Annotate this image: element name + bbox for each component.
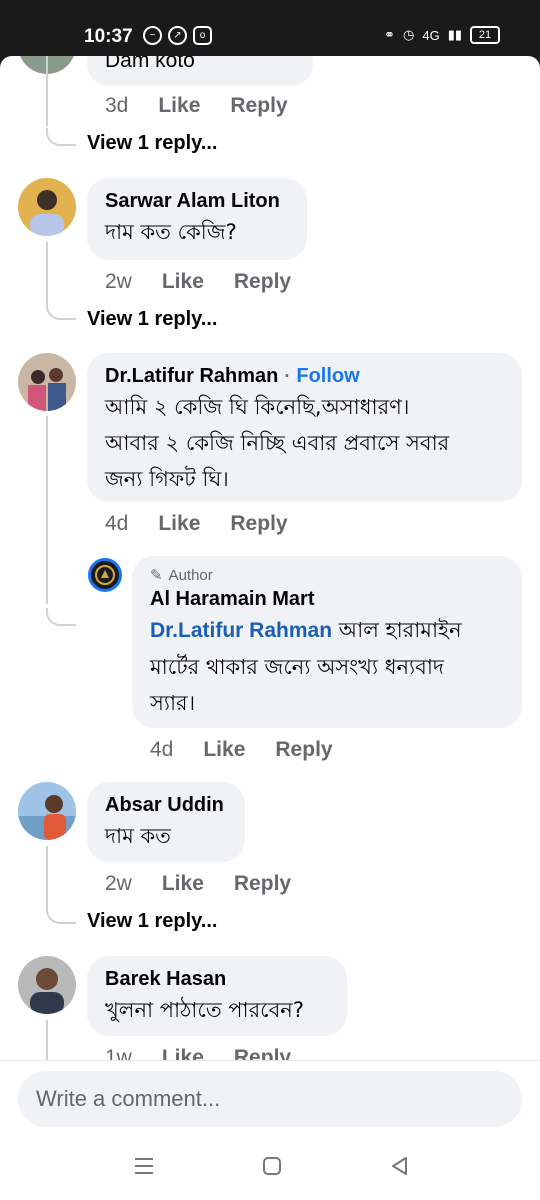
separator-dot: · xyxy=(284,366,291,386)
reply-text-line: স্যার। xyxy=(150,691,196,715)
view-replies-link[interactable]: View 1 reply... xyxy=(87,308,217,331)
comment-composer-bar: Write a comment... xyxy=(0,1060,540,1134)
comment-text-line: জন্য গিফট ঘি। xyxy=(105,467,229,491)
reply-button[interactable]: Reply xyxy=(275,738,332,762)
comment-author[interactable]: Dr.Latifur Rahman xyxy=(105,363,278,389)
thread-connector xyxy=(46,302,76,320)
comment-actions: 1w Like Reply xyxy=(105,1046,291,1060)
network-label: 4G xyxy=(422,27,440,43)
comment-bubble: Dr.Latifur Rahman · Follow আমি ২ কেজি ঘি… xyxy=(87,353,522,502)
page-avatar[interactable] xyxy=(88,558,122,592)
comment-text-line: আবার ২ কেজি নিচ্ছি এবার প্রবাসে সবার xyxy=(105,431,450,455)
reply-button[interactable]: Reply xyxy=(234,1046,291,1060)
comment-bubble: Dam koto xyxy=(87,56,313,86)
notification-icons: ~ ↗ o xyxy=(143,26,212,45)
reply-time: 4d xyxy=(150,738,174,761)
author-badge-label: Author xyxy=(168,566,213,584)
reply-text-line: Dr.Latifur Rahman আল হারামাইন xyxy=(150,612,504,649)
battery-icon: 21 xyxy=(470,26,500,44)
comment-text: দাম কত কেজি? xyxy=(105,220,237,244)
menu-icon[interactable] xyxy=(132,1154,156,1178)
comment-bubble: Sarwar Alam Liton দাম কত কেজি? xyxy=(87,178,307,260)
author-reply-bubble: ✎ Author Al Haramain Mart Dr.Latifur Rah… xyxy=(132,556,522,728)
like-button[interactable]: Like xyxy=(162,270,204,294)
comment-bubble: Barek Hasan খুলনা পাঠাতে পারবেন? xyxy=(87,956,347,1036)
comment-input-placeholder: Write a comment... xyxy=(36,1086,221,1111)
comment-input[interactable]: Write a comment... xyxy=(18,1071,522,1127)
back-icon[interactable] xyxy=(388,1154,412,1178)
comments-sheet: Dam koto 3d Like Reply View 1 reply... S… xyxy=(0,56,540,1134)
view-replies-link[interactable]: View 1 reply... xyxy=(87,910,217,933)
comment-actions: 4d Like Reply xyxy=(105,512,288,536)
system-icons: ⚭ ◷ 4G ▮▮ 21 xyxy=(384,26,500,44)
thread-line xyxy=(46,242,48,302)
avatar[interactable] xyxy=(18,178,76,236)
reply-text: আল হারামাইন xyxy=(338,618,462,642)
thread-connector xyxy=(46,608,76,626)
nav-arrow-icon: ↗ xyxy=(168,26,187,45)
avatar[interactable] xyxy=(18,956,76,1014)
messenger-icon: ~ xyxy=(143,26,162,45)
comment-time: 3d xyxy=(105,94,129,117)
like-button[interactable]: Like xyxy=(162,1046,204,1060)
like-button[interactable]: Like xyxy=(158,512,200,536)
system-nav-bar xyxy=(0,1134,540,1200)
comment-text-line: আমি ২ কেজি ঘি কিনেছি,অসাধারণ। xyxy=(105,395,410,419)
signal-icon: ▮▮ xyxy=(447,27,462,42)
comment-time: 2w xyxy=(105,270,132,293)
comment-text: খুলনা পাঠাতে পারবেন? xyxy=(105,998,304,1022)
follow-button[interactable]: Follow xyxy=(296,363,359,389)
thread-connector xyxy=(46,906,76,924)
headphones-icon: ⚭ xyxy=(384,27,395,42)
thread-line xyxy=(46,416,48,604)
thread-line xyxy=(46,1020,48,1060)
comment-author[interactable]: Barek Hasan xyxy=(105,966,329,992)
comment-time: 2w xyxy=(105,872,132,895)
alarm-icon: ◷ xyxy=(403,27,415,42)
status-bar: 10:37 ~ ↗ o ⚭ ◷ 4G ▮▮ 21 xyxy=(0,0,540,60)
comment-author-line: Dr.Latifur Rahman · Follow xyxy=(105,363,504,389)
comment-text: Dam koto xyxy=(105,56,195,72)
comment-author[interactable]: Absar Uddin xyxy=(105,792,227,818)
comment-actions: 2w Like Reply xyxy=(105,270,291,294)
app-icon: o xyxy=(193,26,212,45)
reply-button[interactable]: Reply xyxy=(230,94,287,118)
comment-author[interactable]: Sarwar Alam Liton xyxy=(105,188,289,214)
mention-link[interactable]: Dr.Latifur Rahman xyxy=(150,619,332,642)
comment-time: 4d xyxy=(105,512,129,535)
comments-list[interactable]: Dam koto 3d Like Reply View 1 reply... S… xyxy=(0,56,540,1060)
comment-text: দাম কত xyxy=(105,824,171,848)
like-button[interactable]: Like xyxy=(158,94,200,118)
thread-line xyxy=(46,56,48,126)
avatar[interactable] xyxy=(18,353,76,411)
thread-connector xyxy=(46,128,76,146)
author-badge: ✎ Author xyxy=(150,566,504,585)
view-replies-link[interactable]: View 1 reply... xyxy=(87,132,217,155)
pencil-icon: ✎ xyxy=(150,567,163,584)
comment-time: 1w xyxy=(105,1046,132,1060)
reply-author[interactable]: Al Haramain Mart xyxy=(150,586,504,612)
comment-actions: 3d Like Reply xyxy=(105,94,288,118)
like-button[interactable]: Like xyxy=(162,872,204,896)
reply-button[interactable]: Reply xyxy=(234,270,291,294)
reply-button[interactable]: Reply xyxy=(234,872,291,896)
comment-actions: 2w Like Reply xyxy=(105,872,291,896)
reply-text-line: মার্টের থাকার জন্যে অসংখ্য ধন্যবাদ xyxy=(150,655,444,679)
comment-bubble: Absar Uddin দাম কত xyxy=(87,782,245,862)
avatar[interactable] xyxy=(18,782,76,840)
reply-button[interactable]: Reply xyxy=(230,512,287,536)
status-time: 10:37 xyxy=(84,26,133,47)
reply-actions: 4d Like Reply xyxy=(150,738,333,762)
thread-line xyxy=(46,846,48,906)
like-button[interactable]: Like xyxy=(203,738,245,762)
home-icon[interactable] xyxy=(260,1154,284,1178)
